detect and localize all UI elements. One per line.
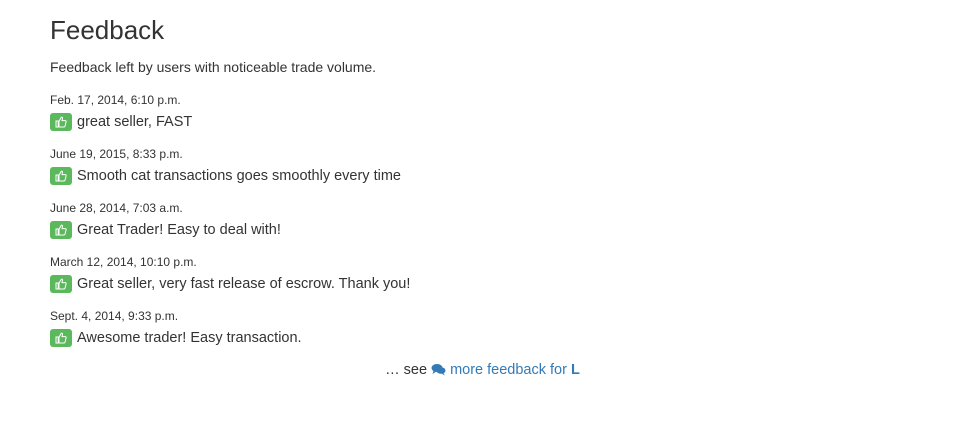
more-feedback-link[interactable]: more feedback for L [431, 362, 580, 378]
feedback-line: Awesome trader! Easy transaction. [50, 328, 915, 348]
feedback-item: June 28, 2014, 7:03 a.m. Great Trader! E… [50, 200, 915, 254]
thumbs-up-icon [50, 113, 72, 131]
feedback-list: Feb. 17, 2014, 6:10 p.m. great seller, F… [50, 92, 915, 362]
more-feedback-prefix: … see [385, 362, 432, 378]
feedback-text: great seller, FAST [77, 114, 193, 130]
feedback-date: Sept. 4, 2014, 9:33 p.m. [50, 309, 179, 323]
page-subtitle: Feedback left by users with noticeable t… [50, 59, 377, 75]
comments-icon [431, 362, 446, 382]
more-feedback-link-label: more feedback for [450, 362, 567, 378]
feedback-text: Awesome trader! Easy transaction. [77, 330, 302, 346]
feedback-text: Smooth cat transactions goes smoothly ev… [77, 168, 401, 184]
feedback-date: March 12, 2014, 10:10 p.m. [50, 255, 197, 269]
feedback-line: Great seller, very fast release of escro… [50, 274, 915, 294]
thumbs-up-icon [50, 221, 72, 239]
thumbs-up-icon [50, 167, 72, 185]
username-link[interactable]: L [571, 362, 580, 378]
feedback-line: Smooth cat transactions goes smoothly ev… [50, 166, 915, 186]
feedback-item: March 12, 2014, 10:10 p.m. Great seller,… [50, 254, 915, 308]
feedback-item: Sept. 4, 2014, 9:33 p.m. Awesome trader!… [50, 308, 915, 362]
feedback-date: Feb. 17, 2014, 6:10 p.m. [50, 93, 181, 107]
feedback-item: June 19, 2015, 8:33 p.m. Smooth cat tran… [50, 146, 915, 200]
feedback-line: great seller, FAST [50, 112, 915, 132]
more-feedback: … see more feedback for L [0, 360, 965, 382]
feedback-date: June 28, 2014, 7:03 a.m. [50, 201, 183, 215]
feedback-item: Feb. 17, 2014, 6:10 p.m. great seller, F… [50, 92, 915, 146]
feedback-text: Great seller, very fast release of escro… [77, 276, 411, 292]
thumbs-up-icon [50, 275, 72, 293]
thumbs-up-icon [50, 329, 72, 347]
feedback-date: June 19, 2015, 8:33 p.m. [50, 147, 183, 161]
feedback-text: Great Trader! Easy to deal with! [77, 222, 281, 238]
page-title: Feedback [50, 15, 165, 45]
feedback-line: Great Trader! Easy to deal with! [50, 220, 915, 240]
